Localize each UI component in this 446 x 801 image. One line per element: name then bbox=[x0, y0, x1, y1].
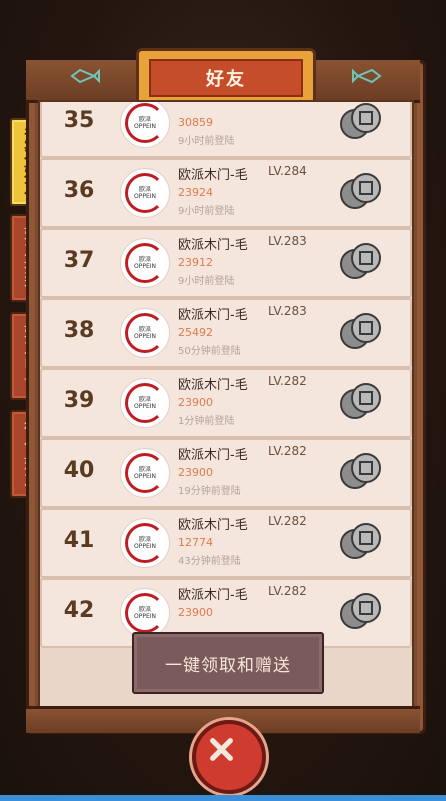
coin-gift-icon[interactable] bbox=[338, 310, 384, 354]
friend-name: 欧派木门-毛 bbox=[178, 588, 248, 603]
coin-gift-icon[interactable] bbox=[338, 240, 384, 284]
avatar[interactable]: 欧派 OPPEIN bbox=[120, 308, 170, 358]
rank-number: 38 bbox=[63, 318, 95, 343]
friend-level: LV.282 bbox=[268, 584, 307, 598]
last-login-time: 9小时前登陆 bbox=[178, 206, 235, 217]
close-icon bbox=[210, 738, 233, 761]
friend-row[interactable]: 38 欧派 OPPEIN 欧派木门-毛 LV.283 25492 50分钟前登陆 bbox=[40, 298, 412, 368]
system-bar bbox=[0, 795, 446, 801]
coin-gift-icon[interactable] bbox=[338, 520, 384, 564]
friend-score: 23900 bbox=[178, 606, 213, 619]
friend-name: 欧派木门-毛 bbox=[178, 308, 248, 323]
friend-level: LV.283 bbox=[268, 304, 307, 318]
friend-score: 23924 bbox=[178, 186, 213, 199]
avatar-logo: 欧派 OPPEIN bbox=[125, 453, 165, 493]
claim-and-gift-all-button[interactable]: 一键领取和赠送 bbox=[132, 632, 324, 694]
friend-row[interactable]: 35 欧派 OPPEIN 30859 9小时前登陆 bbox=[40, 100, 412, 158]
avatar-logo: 欧派 OPPEIN bbox=[125, 103, 165, 143]
friend-row[interactable]: 41 欧派 OPPEIN 欧派木门-毛 LV.282 12774 43分钟前登陆 bbox=[40, 508, 412, 578]
avatar[interactable]: 欧派 OPPEIN bbox=[120, 378, 170, 428]
friend-level: LV.282 bbox=[268, 444, 307, 458]
friend-name: 欧派木门-毛 bbox=[178, 168, 248, 183]
friend-level: LV.284 bbox=[268, 164, 307, 178]
avatar[interactable]: 欧派 OPPEIN bbox=[120, 518, 170, 568]
rank-number: 35 bbox=[63, 108, 95, 133]
avatar[interactable]: 欧派 OPPEIN bbox=[120, 588, 170, 638]
avatar[interactable]: 欧派 OPPEIN bbox=[120, 238, 170, 288]
coin-gift-icon[interactable] bbox=[338, 380, 384, 424]
coin-gift-icon[interactable] bbox=[338, 450, 384, 494]
friend-name: 欧派木门-毛 bbox=[178, 448, 248, 463]
friend-name: 欧派木门-毛 bbox=[178, 378, 248, 393]
rank-number: 37 bbox=[63, 248, 95, 273]
friend-level: LV.283 bbox=[268, 234, 307, 248]
avatar-logo: 欧派 OPPEIN bbox=[125, 173, 165, 213]
coin-gift-icon[interactable] bbox=[338, 590, 384, 634]
rank-number: 39 bbox=[63, 388, 95, 413]
friend-score: 25492 bbox=[178, 326, 213, 339]
avatar-logo: 欧派 OPPEIN bbox=[125, 313, 165, 353]
last-login-time: 43分钟前登陆 bbox=[178, 556, 241, 567]
friend-row[interactable]: 39 欧派 OPPEIN 欧派木门-毛 LV.282 23900 1分钟前登陆 bbox=[40, 368, 412, 438]
avatar-logo: 欧派 OPPEIN bbox=[125, 243, 165, 283]
friend-score: 30859 bbox=[178, 116, 213, 129]
fish-icon bbox=[70, 68, 100, 84]
friend-name: 欧派木门-毛 bbox=[178, 518, 248, 533]
avatar[interactable]: 欧派 OPPEIN bbox=[120, 168, 170, 218]
friend-list[interactable]: 35 欧派 OPPEIN 30859 9小时前登陆 36 欧派 OPPEIN 欧派木门-毛 L… bbox=[38, 100, 414, 709]
friend-score: 23900 bbox=[178, 466, 213, 479]
fish-icon bbox=[352, 68, 382, 84]
avatar[interactable]: 欧派 OPPEIN bbox=[120, 448, 170, 498]
last-login-time: 9小时前登陆 bbox=[178, 136, 235, 147]
coin-gift-icon[interactable] bbox=[338, 100, 384, 144]
last-login-time: 19分钟前登陆 bbox=[178, 486, 241, 497]
friend-row[interactable]: 40 欧派 OPPEIN 欧派木门-毛 LV.282 23900 19分钟前登陆 bbox=[40, 438, 412, 508]
close-button[interactable] bbox=[192, 720, 266, 794]
last-login-time: 1分钟前登陆 bbox=[178, 416, 235, 427]
rank-number: 41 bbox=[63, 528, 95, 553]
friend-score: 23912 bbox=[178, 256, 213, 269]
page-title: 好友 bbox=[206, 69, 246, 90]
avatar-logo: 欧派 OPPEIN bbox=[125, 383, 165, 423]
last-login-time: 9小时前登陆 bbox=[178, 276, 235, 287]
avatar[interactable]: 欧派 OPPEIN bbox=[120, 102, 170, 148]
friend-level: LV.282 bbox=[268, 514, 307, 528]
last-login-time: 50分钟前登陆 bbox=[178, 346, 241, 357]
avatar-logo: 欧派 OPPEIN bbox=[125, 593, 165, 633]
friend-level: LV.282 bbox=[268, 374, 307, 388]
friend-row[interactable]: 37 欧派 OPPEIN 欧派木门-毛 LV.283 23912 9小时前登陆 bbox=[40, 228, 412, 298]
avatar-logo: 欧派 OPPEIN bbox=[125, 523, 165, 563]
rank-number: 36 bbox=[63, 178, 95, 203]
bulk-button-label: 一键领取和赠送 bbox=[165, 655, 291, 676]
rank-number: 40 bbox=[63, 458, 95, 483]
friend-score: 12774 bbox=[178, 536, 213, 549]
title-plate: 好友 bbox=[136, 48, 316, 108]
friend-score: 23900 bbox=[178, 396, 213, 409]
rank-number: 42 bbox=[63, 598, 95, 623]
friend-name: 欧派木门-毛 bbox=[178, 238, 248, 253]
coin-gift-icon[interactable] bbox=[338, 170, 384, 214]
friend-row[interactable]: 36 欧派 OPPEIN 欧派木门-毛 LV.284 23924 9小时前登陆 bbox=[40, 158, 412, 228]
